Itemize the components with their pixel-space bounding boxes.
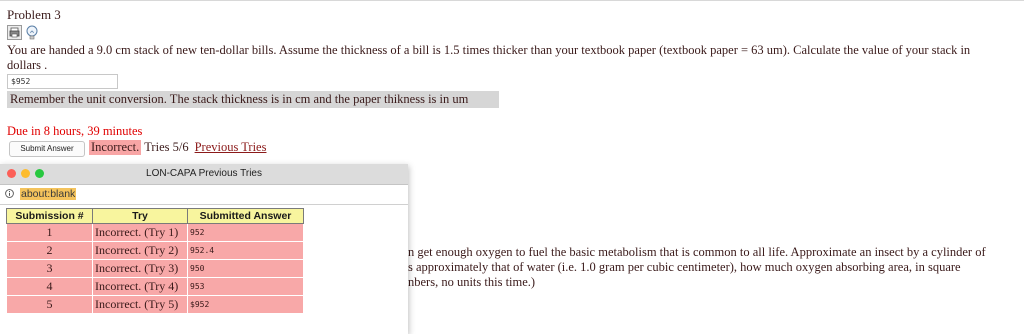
try-result: Incorrect. (Try 4) [92,277,188,296]
next-problem-line: n get enough oxygen to fuel the basic me… [408,245,986,259]
previous-tries-link[interactable]: Previous Tries [195,140,267,155]
try-result: Incorrect. (Try 3) [92,259,188,278]
next-problem-text: n get enough oxygen to fuel the basic me… [408,245,1018,290]
submitted-answer: $952 [187,295,304,314]
info-icon [5,189,14,198]
column-header: Submitted Answer [187,208,304,224]
submitted-answer: 950 [187,259,304,278]
column-header: Submission # [6,208,93,224]
problem-title: Problem 3 [7,7,61,22]
table-row: 5 Incorrect. (Try 5) $952 [6,295,304,314]
problem-tools [7,25,39,41]
submit-answer-button[interactable]: Submit Answer [9,141,85,157]
table-row: 3 Incorrect. (Try 3) 950 [6,259,304,278]
window-title: LON-CAPA Previous Tries [146,168,262,179]
window-titlebar[interactable]: LON-CAPA Previous Tries [0,164,408,185]
table-header-row: Submission # Try Submitted Answer [6,208,304,224]
attempt-status: Incorrect. Tries 5/6 Previous Tries [89,140,266,155]
next-problem-line: nbers, no units this time.) [408,275,536,289]
try-result: Incorrect. (Try 2) [92,241,188,260]
submitted-answer: 953 [187,277,304,296]
top-divider [0,0,1024,1]
table-row: 1 Incorrect. (Try 1) 952 [6,223,304,242]
tries-count: Tries 5/6 [144,140,189,154]
submission-number: 5 [6,295,93,314]
answer-input[interactable]: $952 [7,74,118,89]
submitted-answer: 952.4 [187,241,304,260]
submission-number: 2 [6,241,93,260]
column-header: Try [92,208,188,224]
url-bar[interactable]: about:blank [0,185,408,205]
submission-number: 3 [6,259,93,278]
table-row: 2 Incorrect. (Try 2) 952.4 [6,241,304,260]
lightbulb-icon[interactable] [25,25,39,41]
print-icon[interactable] [7,25,22,40]
next-problem-line: s approximately that of water (i.e. 1.0 … [408,260,961,274]
status-badge: Incorrect. [89,140,142,155]
previous-tries-table: Submission # Try Submitted Answer 1 Inco… [6,208,304,314]
question-text: You are handed a 9.0 cm stack of new ten… [7,43,1019,73]
question-line: You are handed a 9.0 cm stack of new ten… [7,43,971,57]
previous-tries-window: LON-CAPA Previous Tries about:blank Subm… [0,164,408,334]
try-result: Incorrect. (Try 5) [92,295,188,314]
url-text[interactable]: about:blank [20,188,77,200]
hint-box: Remember the unit conversion. The stack … [7,91,499,108]
submitted-answer: 952 [187,223,304,242]
due-date: Due in 8 hours, 39 minutes [7,124,143,138]
try-result: Incorrect. (Try 1) [92,223,188,242]
submission-number: 1 [6,223,93,242]
submission-number: 4 [6,277,93,296]
question-line: dollars . [7,58,48,72]
table-row: 4 Incorrect. (Try 4) 953 [6,277,304,296]
